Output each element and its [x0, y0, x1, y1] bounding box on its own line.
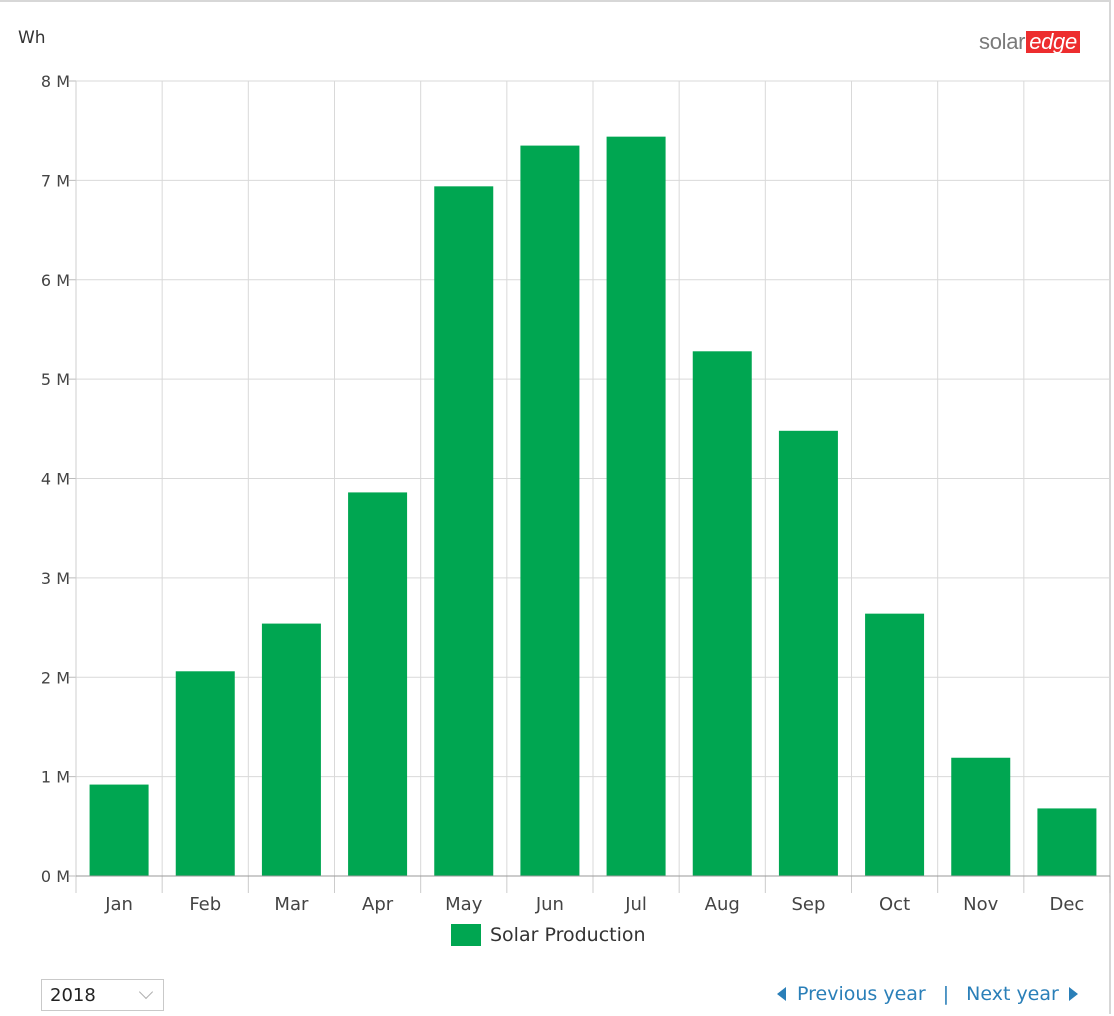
- year-select[interactable]: 2018: [41, 979, 164, 1011]
- bar-may: [434, 186, 494, 876]
- bar-aug: [692, 351, 752, 876]
- bar-feb: [175, 671, 235, 876]
- x-tick-label: Jan: [104, 894, 133, 915]
- y-tick-label: 2 M: [41, 668, 70, 687]
- y-tick-label: 4 M: [41, 470, 70, 489]
- caret-right-icon: [1068, 987, 1078, 1001]
- x-tick-label: May: [445, 894, 483, 915]
- x-tick-label: Jul: [624, 894, 647, 915]
- y-tick-label: 6 M: [41, 271, 70, 290]
- bar-nov: [951, 757, 1011, 876]
- x-tick-label: Nov: [963, 894, 998, 915]
- y-tick-label: 1 M: [41, 768, 70, 787]
- bar-jul: [606, 136, 666, 876]
- nav-separator: |: [942, 983, 950, 1005]
- y-tick-label: 5 M: [41, 370, 70, 389]
- x-tick-label: Dec: [1049, 894, 1084, 915]
- legend-swatch-solar-production: [451, 924, 481, 946]
- bar-jun: [520, 145, 580, 876]
- year-navigation: Previous year | Next year: [777, 983, 1078, 1005]
- bar-dec: [1037, 808, 1097, 876]
- y-tick-label: 7 M: [41, 171, 70, 190]
- chart-legend[interactable]: Solar Production: [451, 924, 646, 946]
- previous-year-label: Previous year: [797, 983, 926, 1005]
- legend-label: Solar Production: [490, 924, 646, 946]
- x-tick-label: Mar: [274, 894, 309, 915]
- x-tick-label: Jun: [535, 894, 564, 915]
- x-tick-label: Aug: [705, 894, 740, 915]
- y-tick-label: 0 M: [41, 867, 70, 886]
- bar-oct: [865, 613, 925, 876]
- bar-sep: [778, 430, 838, 876]
- previous-year-link[interactable]: Previous year: [777, 983, 926, 1005]
- bar-jan: [89, 784, 149, 876]
- caret-left-icon: [777, 987, 786, 1001]
- y-tick-label: 8 M: [41, 72, 70, 91]
- next-year-label: Next year: [966, 983, 1059, 1005]
- year-select-value: 2018: [50, 984, 96, 1006]
- bar-mar: [261, 623, 321, 876]
- x-tick-label: Sep: [791, 894, 825, 915]
- next-year-link[interactable]: Next year: [966, 983, 1078, 1005]
- chevron-down-icon: [138, 984, 154, 1000]
- bar-chart: 0 M 1 M 2 M 3 M 4 M 5 M 6 M 7 M 8 M Jan Feb Mar Apr M…: [41, 72, 1111, 915]
- x-tick-label: Feb: [189, 894, 221, 915]
- x-tick-label: Oct: [879, 894, 910, 915]
- y-tick-label: 3 M: [41, 569, 70, 588]
- x-tick-label: Apr: [362, 894, 394, 915]
- bar-apr: [348, 492, 408, 876]
